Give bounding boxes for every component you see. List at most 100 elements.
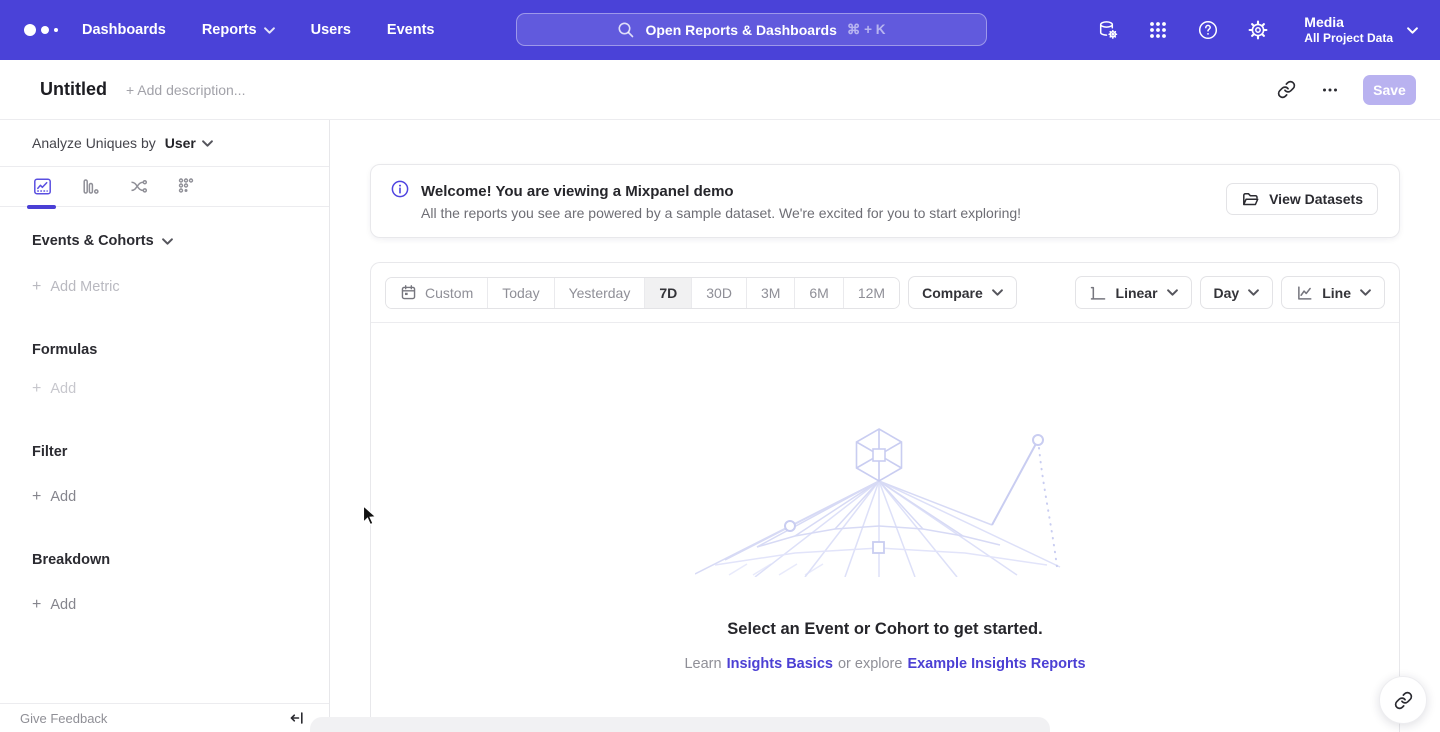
ellipsis-icon [1321, 81, 1339, 99]
formulas-section-header: Formulas [32, 342, 329, 358]
chart-type-label: Line [1322, 285, 1351, 301]
range-label: Custom [425, 285, 473, 301]
example-insights-reports-link[interactable]: Example Insights Reports [907, 656, 1085, 672]
project-scope: All Project Data [1304, 31, 1393, 46]
give-feedback-link[interactable]: Give Feedback [20, 711, 107, 726]
range-6m[interactable]: 6M [794, 278, 842, 308]
share-link-fab[interactable] [1379, 676, 1427, 724]
report-description-field[interactable]: + Add description... [126, 82, 245, 98]
sidebar-footer: Give Feedback [0, 703, 329, 732]
search-input[interactable]: Open Reports & Dashboards ⌘ + K [516, 13, 987, 46]
search-placeholder: Open Reports & Dashboards [645, 22, 836, 38]
welcome-title: Welcome! You are viewing a Mixpanel demo [421, 183, 1021, 200]
range-label: 30D [706, 285, 732, 301]
viz-tab-bar-chart[interactable] [78, 166, 102, 207]
dots-grid-icon [176, 176, 197, 197]
query-builder-sidebar: Analyze Uniques by User [0, 120, 330, 732]
view-datasets-button[interactable]: View Datasets [1226, 183, 1378, 215]
filter-label: Filter [32, 444, 67, 460]
add-filter-button[interactable]: + Add [32, 488, 329, 506]
chart-type-dropdown[interactable]: Line [1281, 276, 1385, 309]
chevron-down-icon [992, 289, 1003, 296]
save-button[interactable]: Save [1363, 75, 1416, 105]
mixpanel-logo[interactable] [24, 24, 68, 36]
nav-users[interactable]: Users [311, 22, 351, 38]
analyze-by-dropdown[interactable]: User [165, 135, 213, 151]
logo-dot-icon [41, 26, 49, 34]
view-datasets-label: View Datasets [1269, 191, 1363, 207]
middle-text: or explore [838, 656, 902, 672]
analyze-by-value: User [165, 135, 196, 151]
add-formula-button[interactable]: + Add [32, 380, 329, 398]
logo-dot-icon [24, 24, 36, 36]
compare-dropdown[interactable]: Compare [908, 276, 1017, 309]
plus-icon: + [32, 488, 41, 506]
nav-dashboards[interactable]: Dashboards [82, 22, 166, 38]
report-card: Custom Today Yesterday 7D 30D 3M 6M 12M … [370, 262, 1400, 732]
compare-label: Compare [922, 285, 983, 301]
viz-tab-line-chart[interactable] [30, 166, 54, 207]
empty-state-links: Learn Insights Basics or explore Example… [684, 656, 1085, 672]
plus-icon: + [32, 596, 41, 614]
copy-link-button[interactable] [1275, 79, 1297, 101]
viz-tab-flows[interactable] [126, 166, 150, 207]
calendar-icon [400, 284, 417, 301]
bar-chart-icon [80, 176, 101, 197]
range-label: 7D [659, 285, 677, 301]
plus-icon: + [32, 278, 41, 296]
range-30d[interactable]: 30D [691, 278, 746, 308]
add-formula-label: Add [50, 381, 76, 397]
insights-basics-link[interactable]: Insights Basics [727, 656, 833, 672]
data-management-button[interactable] [1096, 18, 1120, 42]
range-yesterday[interactable]: Yesterday [554, 278, 645, 308]
add-metric-button[interactable]: + Add Metric [32, 278, 329, 296]
chevron-down-icon [1248, 289, 1259, 296]
interval-dropdown[interactable]: Day [1200, 276, 1274, 309]
welcome-subtitle: All the reports you see are powered by a… [421, 205, 1021, 221]
events-cohorts-section-header[interactable]: Events & Cohorts [32, 233, 329, 249]
learn-prefix: Learn [684, 656, 721, 672]
viz-tab-retention[interactable] [174, 166, 198, 207]
collapse-left-icon [289, 710, 305, 726]
range-custom[interactable]: Custom [386, 278, 487, 308]
range-today[interactable]: Today [487, 278, 553, 308]
range-label: 12M [858, 285, 885, 301]
apps-grid-button[interactable] [1146, 18, 1170, 42]
add-filter-label: Add [50, 489, 76, 505]
chevron-down-icon [1407, 27, 1418, 34]
add-metric-label: Add Metric [50, 279, 119, 295]
range-label: Yesterday [569, 285, 631, 301]
controls-row: Custom Today Yesterday 7D 30D 3M 6M 12M … [371, 263, 1399, 323]
bottom-panel-edge [310, 717, 1050, 732]
flows-icon [128, 176, 149, 197]
empty-state-illustration [695, 427, 1075, 577]
range-label: 6M [809, 285, 828, 301]
events-cohorts-label: Events & Cohorts [32, 233, 154, 249]
project-switcher[interactable]: Media All Project Data [1304, 14, 1418, 47]
help-button[interactable] [1196, 18, 1220, 42]
formulas-label: Formulas [32, 342, 97, 358]
more-options-button[interactable] [1319, 79, 1341, 101]
nav-reports[interactable]: Reports [202, 22, 275, 38]
folder-icon [1241, 191, 1260, 208]
report-header: Untitled + Add description... Save [0, 60, 1440, 120]
empty-state: Select an Event or Cohort to get started… [371, 323, 1399, 672]
range-3m[interactable]: 3M [746, 278, 794, 308]
add-breakdown-button[interactable]: + Add [32, 596, 329, 614]
report-title[interactable]: Untitled [40, 79, 107, 100]
range-label: 3M [761, 285, 780, 301]
nav-label: Users [311, 22, 351, 38]
scale-dropdown[interactable]: Linear [1075, 276, 1192, 309]
add-breakdown-label: Add [50, 597, 76, 613]
scale-label: Linear [1116, 285, 1158, 301]
info-icon [391, 180, 409, 198]
collapse-sidebar-button[interactable] [289, 710, 305, 726]
range-7d[interactable]: 7D [644, 278, 691, 308]
top-nav: Dashboards Reports Users Events Open Rep… [0, 0, 1440, 60]
analyze-row: Analyze Uniques by User [0, 120, 329, 166]
nav-label: Reports [202, 22, 257, 38]
plus-icon: + [32, 380, 41, 398]
settings-button[interactable] [1246, 18, 1270, 42]
nav-events[interactable]: Events [387, 22, 435, 38]
range-12m[interactable]: 12M [843, 278, 899, 308]
